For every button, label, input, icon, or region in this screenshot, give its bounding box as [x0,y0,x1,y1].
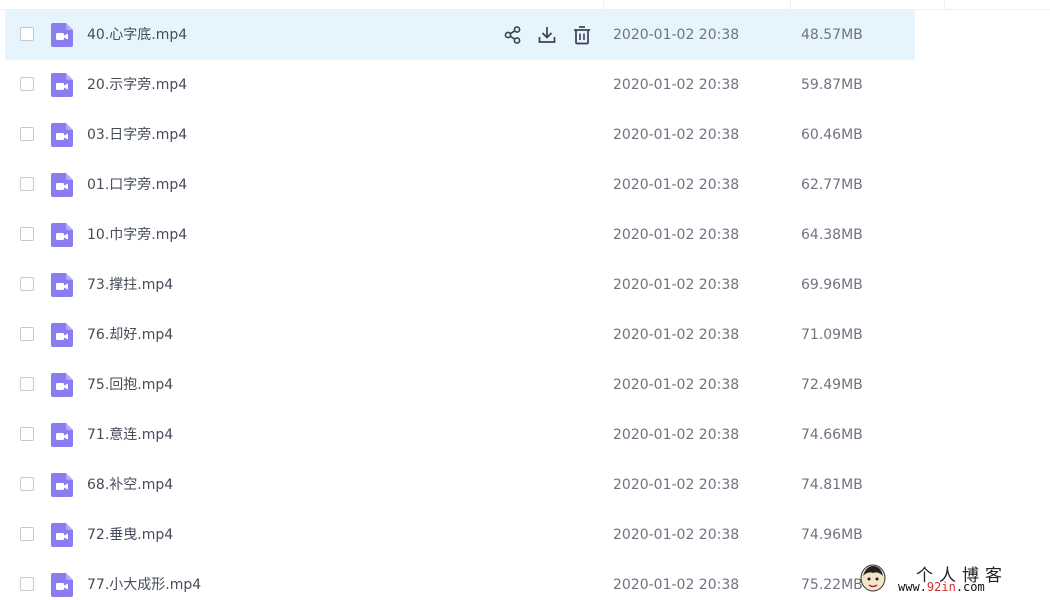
video-file-icon [51,223,73,247]
file-row[interactable]: 20.示字旁.mp4 2020-01-02 20:38 59.87MB [5,60,915,110]
column-divider [944,0,945,9]
watermark-url: www.92in.com [898,580,985,594]
column-divider [790,0,791,9]
file-modified-time: 2020-01-02 20:38 [613,377,740,393]
video-file-icon [51,23,73,47]
file-name[interactable]: 01.口字旁.mp4 [87,175,187,195]
file-name[interactable]: 76.却好.mp4 [87,325,173,345]
row-checkbox[interactable] [20,477,34,491]
file-row[interactable]: 40.心字底.mp4 2020-01-02 20:38 48.57MB [5,10,915,60]
column-divider [603,0,604,9]
row-checkbox[interactable] [20,227,34,241]
video-file-icon [51,423,73,447]
file-size: 72.49MB [801,377,863,393]
video-file-icon [51,273,73,297]
row-checkbox[interactable] [20,527,34,541]
download-button[interactable] [536,24,558,46]
file-modified-time: 2020-01-02 20:38 [613,577,740,593]
delete-icon [571,26,593,50]
file-row[interactable]: 75.回抱.mp4 2020-01-02 20:38 72.49MB [5,360,915,410]
file-size: 62.77MB [801,177,863,193]
share-button[interactable] [502,24,524,46]
watermark-url-prefix: www. [898,580,927,594]
file-size: 48.57MB [801,27,863,43]
row-checkbox[interactable] [20,177,34,191]
file-name[interactable]: 20.示字旁.mp4 [87,75,187,95]
video-file-icon [51,523,73,547]
video-file-icon [51,173,73,197]
video-file-icon [51,373,73,397]
file-modified-time: 2020-01-02 20:38 [613,177,740,193]
file-size: 74.66MB [801,427,863,443]
file-size: 59.87MB [801,77,863,93]
file-modified-time: 2020-01-02 20:38 [613,127,740,143]
file-name[interactable]: 71.意连.mp4 [87,425,173,445]
file-name[interactable]: 77.小大成形.mp4 [87,575,201,595]
file-list-view: 40.心字底.mp4 2020-01-02 20:38 48.57MB 20.示… [0,0,1050,600]
file-name[interactable]: 75.回抱.mp4 [87,375,173,395]
file-modified-time: 2020-01-02 20:38 [613,227,740,243]
share-icon [502,26,524,50]
file-row[interactable]: 76.却好.mp4 2020-01-02 20:38 71.09MB [5,310,915,360]
file-row[interactable]: 71.意连.mp4 2020-01-02 20:38 74.66MB [5,410,915,460]
file-name[interactable]: 73.撑拄.mp4 [87,275,173,295]
video-file-icon [51,123,73,147]
file-modified-time: 2020-01-02 20:38 [613,77,740,93]
file-size: 64.38MB [801,227,863,243]
file-row[interactable]: 10.巾字旁.mp4 2020-01-02 20:38 64.38MB [5,210,915,260]
row-checkbox[interactable] [20,577,34,591]
video-file-icon [51,323,73,347]
watermark-avatar-icon [860,564,886,592]
file-name[interactable]: 40.心字底.mp4 [87,25,187,45]
row-checkbox[interactable] [20,327,34,341]
row-checkbox[interactable] [20,27,34,41]
table-header [0,0,1050,10]
watermark: 个人博客 www.92in.com [858,561,1048,597]
file-name[interactable]: 72.垂曳.mp4 [87,525,173,545]
row-checkbox[interactable] [20,427,34,441]
file-row[interactable]: 73.撑拄.mp4 2020-01-02 20:38 69.96MB [5,260,915,310]
file-size: 69.96MB [801,277,863,293]
file-size: 71.09MB [801,327,863,343]
file-row[interactable]: 77.小大成形.mp4 2020-01-02 20:38 75.22MB [5,560,915,600]
file-size: 74.81MB [801,477,863,493]
file-size: 74.96MB [801,527,863,543]
file-modified-time: 2020-01-02 20:38 [613,27,740,43]
file-row[interactable]: 01.口字旁.mp4 2020-01-02 20:38 62.77MB [5,160,915,210]
video-file-icon [51,73,73,97]
file-modified-time: 2020-01-02 20:38 [613,527,740,543]
file-name[interactable]: 03.日字旁.mp4 [87,125,187,145]
row-checkbox[interactable] [20,377,34,391]
watermark-url-accent: 92in [926,580,956,594]
file-modified-time: 2020-01-02 20:38 [613,477,740,493]
row-checkbox[interactable] [20,277,34,291]
file-row[interactable]: 03.日字旁.mp4 2020-01-02 20:38 60.46MB [5,110,915,160]
file-size: 75.22MB [801,577,863,593]
download-icon [536,27,558,50]
file-name[interactable]: 10.巾字旁.mp4 [87,225,187,245]
file-list: 40.心字底.mp4 2020-01-02 20:38 48.57MB 20.示… [5,10,915,600]
file-modified-time: 2020-01-02 20:38 [613,277,740,293]
file-modified-time: 2020-01-02 20:38 [613,327,740,343]
watermark-url-suffix: .com [955,580,985,594]
row-checkbox[interactable] [20,127,34,141]
file-row[interactable]: 72.垂曳.mp4 2020-01-02 20:38 74.96MB [5,510,915,560]
row-checkbox[interactable] [20,77,34,91]
video-file-icon [51,573,73,597]
file-modified-time: 2020-01-02 20:38 [613,427,740,443]
file-row[interactable]: 68.补空.mp4 2020-01-02 20:38 74.81MB [5,460,915,510]
video-file-icon [51,473,73,497]
file-size: 60.46MB [801,127,863,143]
delete-button[interactable] [571,24,593,46]
file-name[interactable]: 68.补空.mp4 [87,475,173,495]
